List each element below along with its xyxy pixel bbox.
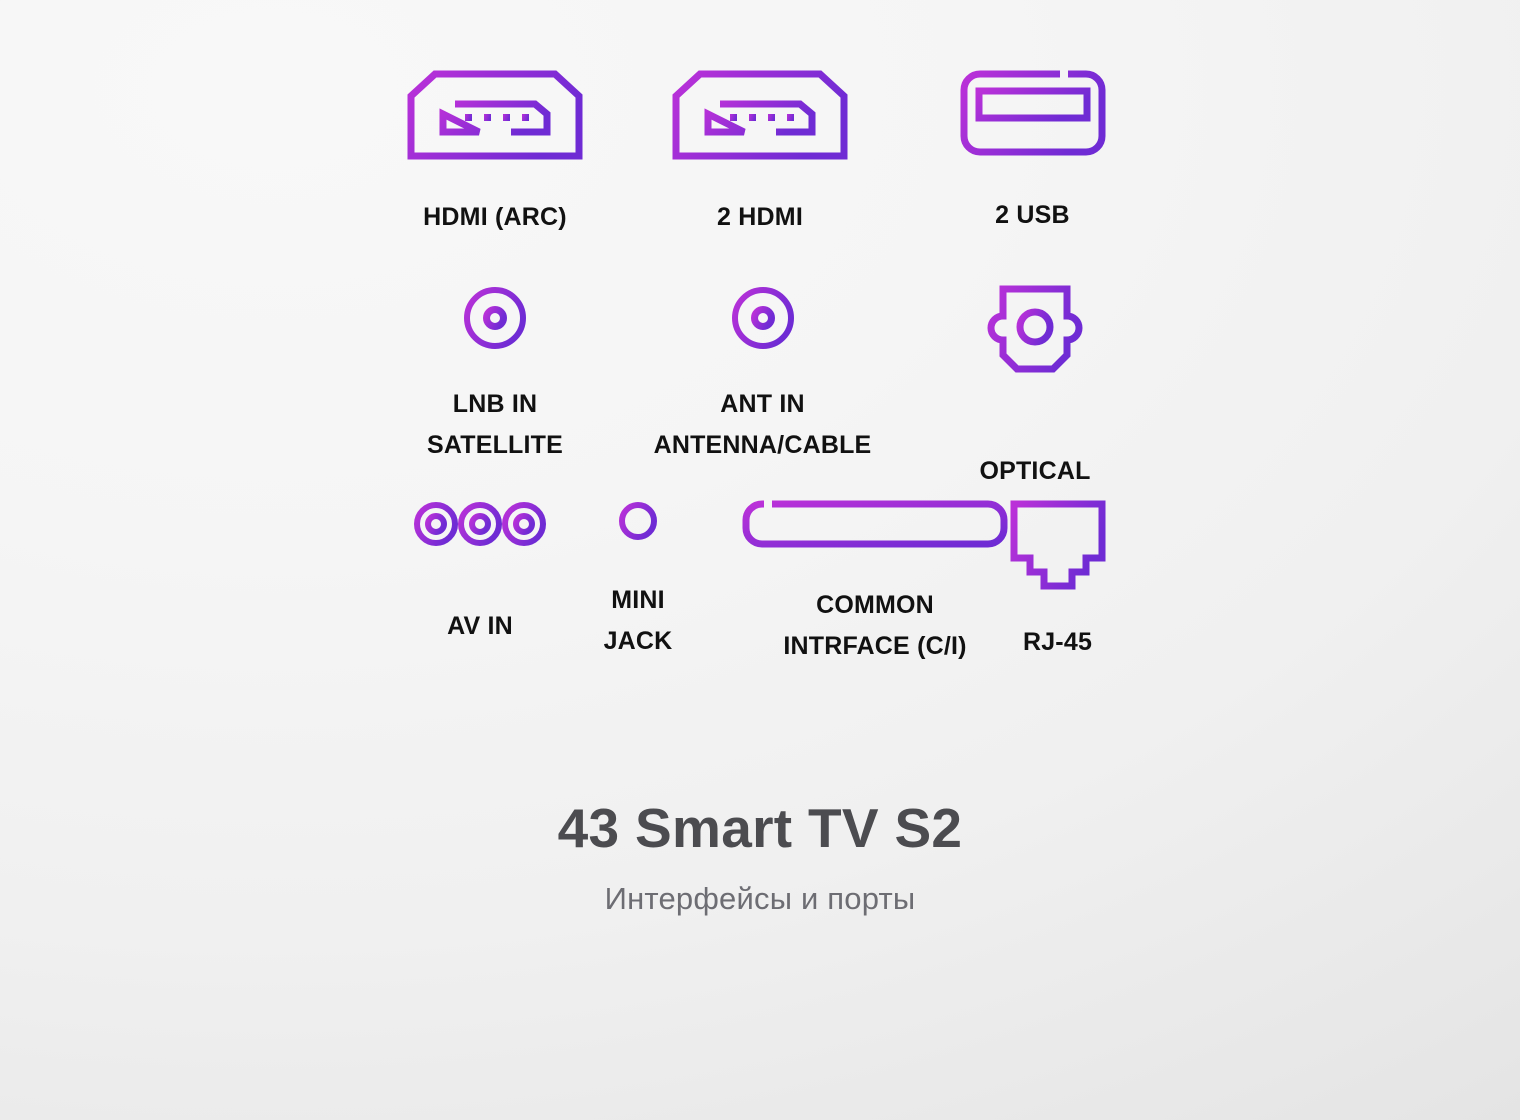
port-label-hdmi-2: 2 HDMI: [717, 203, 803, 231]
port-label-lnb-in: LNB IN SATELLITE: [426, 390, 564, 459]
port-label-av-in: AV IN: [447, 612, 513, 640]
ports-grid: HDMI (ARC) 2 HDMI 2 USB LNB IN SATELLITE…: [380, 70, 1140, 675]
port-group-hdmi-2[interactable]: 2 HDMI: [645, 70, 875, 238]
hdmi-port-icon: [407, 70, 583, 165]
port-group-usb[interactable]: 2 USB: [935, 70, 1130, 236]
port-group-optical[interactable]: OPTICAL: [940, 285, 1130, 492]
coaxial-port-icon: [730, 285, 796, 356]
optical-toslink-port-icon: [986, 285, 1084, 382]
page-root: HDMI (ARC) 2 HDMI 2 USB LNB IN SATELLITE…: [0, 0, 1520, 1120]
footer-block: 43 Smart TV S2 Интерфейсы и порты: [0, 795, 1520, 919]
port-label-common-interface: COMMON INTRFACE (C/I): [783, 591, 967, 660]
port-group-av-in[interactable]: AV IN: [380, 500, 580, 647]
port-label-rj45: RJ-45: [1022, 628, 1093, 656]
port-label-ant-in: ANT IN ANTENNA/CABLE: [653, 390, 872, 459]
usb-port-icon: [960, 70, 1106, 163]
product-subtitle: Интерфейсы и порты: [604, 881, 916, 916]
ports-row-2: LNB IN SATELLITE ANT IN ANTENNA/CABLE OP…: [380, 285, 1140, 500]
port-label-usb: 2 USB: [995, 201, 1070, 229]
coaxial-port-icon: [462, 285, 528, 356]
ports-row-1: HDMI (ARC) 2 HDMI 2 USB: [380, 70, 1140, 285]
ports-row-3: AV IN MINI JACK COMMON INTRFACE (C/I) RJ…: [380, 500, 1140, 675]
hdmi-port-icon: [672, 70, 848, 165]
rca-av-port-icon: [412, 500, 548, 553]
port-group-lnb-in[interactable]: LNB IN SATELLITE: [380, 285, 610, 466]
common-interface-slot-icon: [742, 500, 1008, 553]
port-group-ant-in[interactable]: ANT IN ANTENNA/CABLE: [620, 285, 905, 466]
port-group-hdmi-arc[interactable]: HDMI (ARC): [380, 70, 610, 238]
port-label-hdmi-arc: HDMI (ARC): [423, 203, 567, 231]
port-label-mini-jack: MINI JACK: [603, 586, 673, 655]
port-group-rj45[interactable]: RJ-45: [980, 500, 1135, 663]
product-title: 43 Smart TV S2: [557, 797, 963, 859]
port-label-optical: OPTICAL: [979, 457, 1091, 485]
rj45-ethernet-port-icon: [1010, 500, 1106, 597]
mini-jack-port-icon: [618, 500, 658, 547]
port-group-mini-jack[interactable]: MINI JACK: [573, 500, 703, 662]
